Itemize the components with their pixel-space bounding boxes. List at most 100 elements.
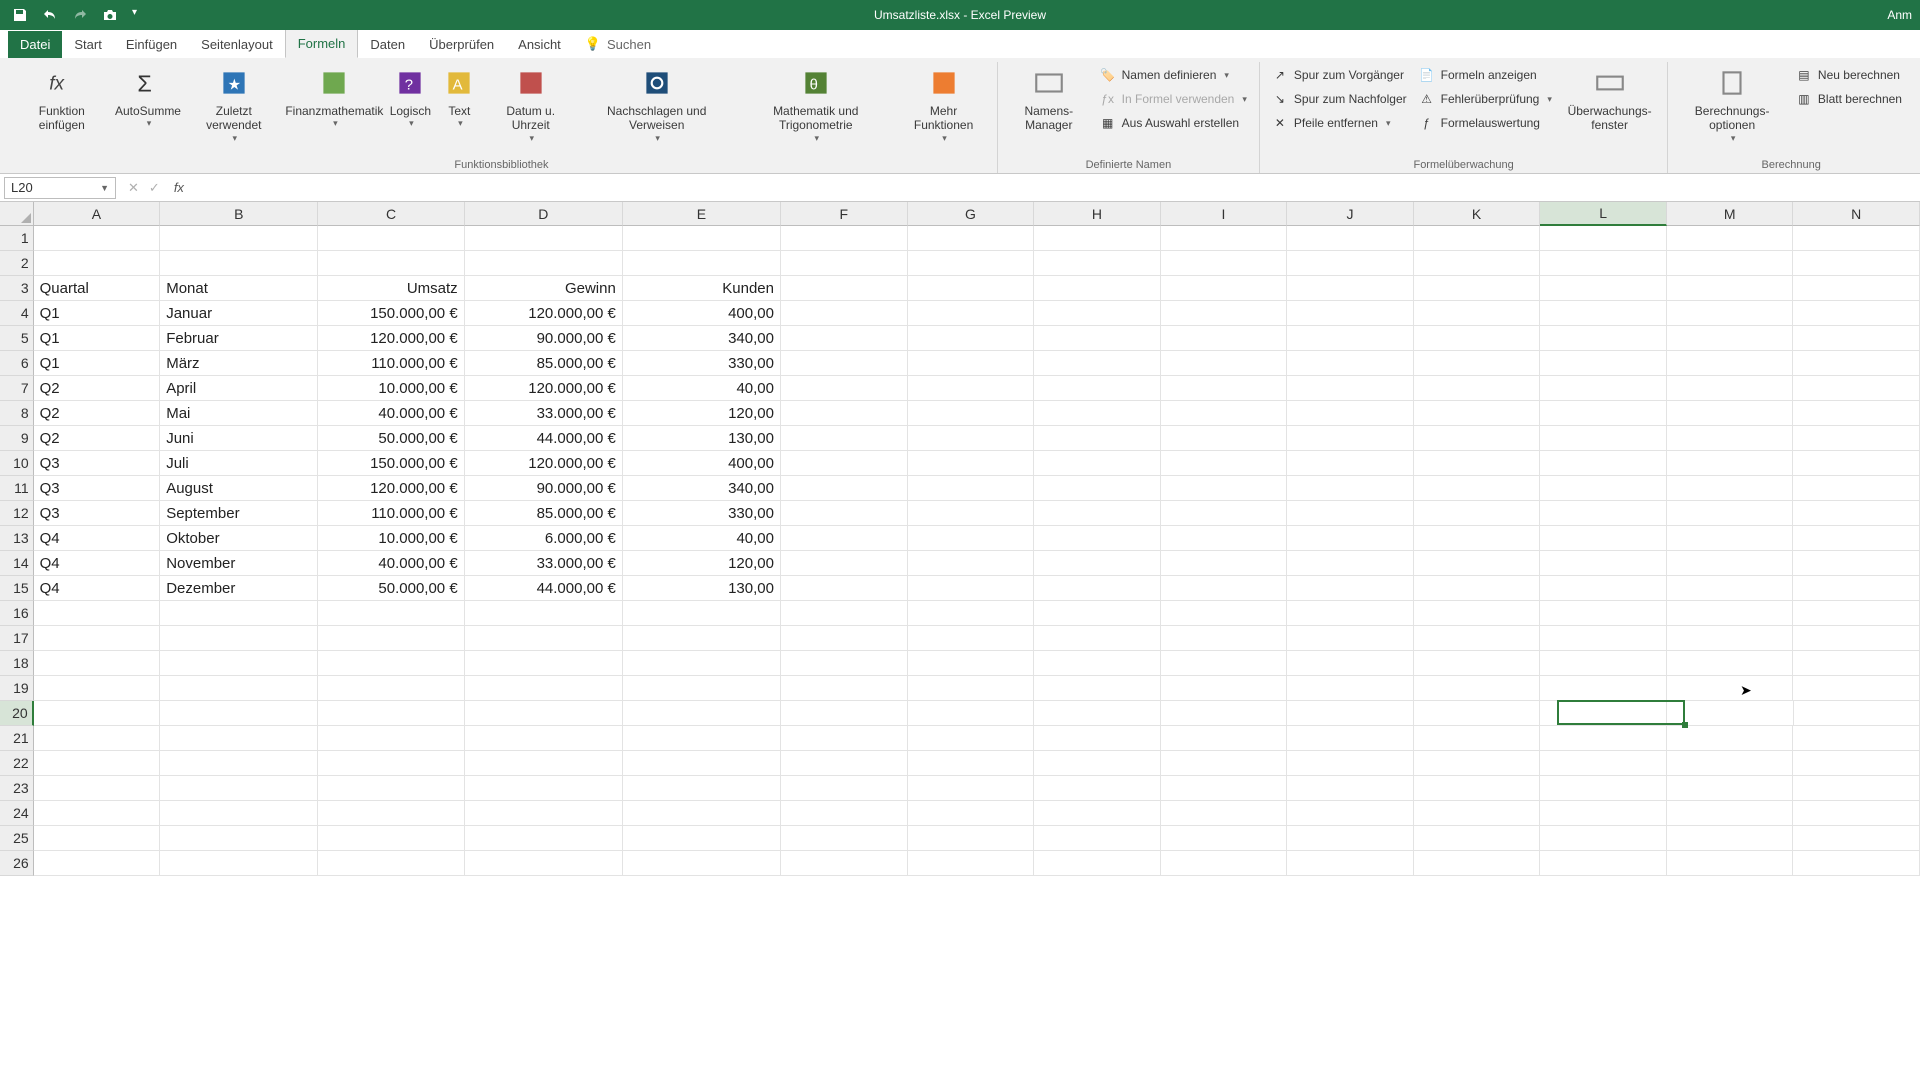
cell-G18[interactable] bbox=[908, 651, 1035, 676]
cell-E18[interactable] bbox=[623, 651, 781, 676]
cell-H26[interactable] bbox=[1034, 851, 1161, 876]
cell-N10[interactable] bbox=[1793, 451, 1920, 476]
cell-J25[interactable] bbox=[1287, 826, 1414, 851]
row-header-18[interactable]: 18 bbox=[0, 651, 34, 676]
cell-M18[interactable] bbox=[1667, 651, 1794, 676]
math-button[interactable]: θ Mathematik und Trigonometrie▾ bbox=[737, 64, 894, 146]
cell-H14[interactable] bbox=[1034, 551, 1161, 576]
cell-L15[interactable] bbox=[1540, 576, 1667, 601]
define-name-button[interactable]: 🏷️Namen definieren▾ bbox=[1096, 64, 1251, 86]
formula-input[interactable] bbox=[190, 177, 1920, 199]
cell-L8[interactable] bbox=[1540, 401, 1667, 426]
cell-H23[interactable] bbox=[1034, 776, 1161, 801]
cell-D20[interactable] bbox=[465, 701, 623, 726]
cell-I5[interactable] bbox=[1161, 326, 1288, 351]
cell-B3[interactable]: Monat bbox=[160, 276, 318, 301]
cell-F19[interactable] bbox=[781, 676, 908, 701]
cell-M17[interactable] bbox=[1667, 626, 1794, 651]
cell-K16[interactable] bbox=[1414, 601, 1541, 626]
column-header-M[interactable]: M bbox=[1667, 202, 1794, 226]
financial-button[interactable]: Finanzmathematik▾ bbox=[285, 64, 383, 131]
cell-N1[interactable] bbox=[1793, 226, 1920, 251]
cell-B8[interactable]: Mai bbox=[160, 401, 318, 426]
cell-E2[interactable] bbox=[623, 251, 781, 276]
cell-I2[interactable] bbox=[1161, 251, 1288, 276]
cell-E22[interactable] bbox=[623, 751, 781, 776]
cell-A24[interactable] bbox=[34, 801, 161, 826]
cell-B10[interactable]: Juli bbox=[160, 451, 318, 476]
cell-M16[interactable] bbox=[1667, 601, 1794, 626]
cell-E11[interactable]: 340,00 bbox=[623, 476, 781, 501]
cell-F15[interactable] bbox=[781, 576, 908, 601]
cell-G9[interactable] bbox=[908, 426, 1035, 451]
cell-K4[interactable] bbox=[1414, 301, 1541, 326]
cell-H17[interactable] bbox=[1034, 626, 1161, 651]
row-header-1[interactable]: 1 bbox=[0, 226, 34, 251]
error-checking-button[interactable]: ⚠Fehlerüberprüfung▾ bbox=[1415, 88, 1556, 110]
cell-E21[interactable] bbox=[623, 726, 781, 751]
cell-A19[interactable] bbox=[34, 676, 161, 701]
cell-N22[interactable] bbox=[1793, 751, 1920, 776]
select-all-corner[interactable] bbox=[0, 202, 34, 226]
cell-A11[interactable]: Q3 bbox=[34, 476, 161, 501]
row-header-4[interactable]: 4 bbox=[0, 301, 34, 326]
cell-A1[interactable] bbox=[34, 226, 161, 251]
cell-H16[interactable] bbox=[1034, 601, 1161, 626]
cell-F12[interactable] bbox=[781, 501, 908, 526]
cell-B6[interactable]: März bbox=[160, 351, 318, 376]
cell-J24[interactable] bbox=[1287, 801, 1414, 826]
calculate-sheet-button[interactable]: ▥Blatt berechnen bbox=[1792, 88, 1906, 110]
chevron-down-icon[interactable]: ▼ bbox=[100, 183, 109, 193]
cell-I14[interactable] bbox=[1161, 551, 1288, 576]
cell-K23[interactable] bbox=[1414, 776, 1541, 801]
cell-B17[interactable] bbox=[160, 626, 318, 651]
cell-B24[interactable] bbox=[160, 801, 318, 826]
cell-I10[interactable] bbox=[1161, 451, 1288, 476]
cell-A13[interactable]: Q4 bbox=[34, 526, 161, 551]
cell-G13[interactable] bbox=[908, 526, 1035, 551]
cell-H13[interactable] bbox=[1034, 526, 1161, 551]
cell-L17[interactable] bbox=[1540, 626, 1667, 651]
fill-handle[interactable] bbox=[1682, 722, 1688, 728]
cell-A23[interactable] bbox=[34, 776, 161, 801]
cell-B22[interactable] bbox=[160, 751, 318, 776]
cell-K5[interactable] bbox=[1414, 326, 1541, 351]
row-header-5[interactable]: 5 bbox=[0, 326, 34, 351]
cell-H3[interactable] bbox=[1034, 276, 1161, 301]
cell-G10[interactable] bbox=[908, 451, 1035, 476]
cell-N9[interactable] bbox=[1793, 426, 1920, 451]
redo-icon[interactable] bbox=[72, 7, 88, 23]
cell-E14[interactable]: 120,00 bbox=[623, 551, 781, 576]
cell-D17[interactable] bbox=[465, 626, 623, 651]
column-header-H[interactable]: H bbox=[1034, 202, 1161, 226]
cell-F17[interactable] bbox=[781, 626, 908, 651]
tab-tell-me[interactable]: 💡 Suchen bbox=[573, 30, 663, 58]
cell-I24[interactable] bbox=[1161, 801, 1288, 826]
cell-K17[interactable] bbox=[1414, 626, 1541, 651]
cell-B4[interactable]: Januar bbox=[160, 301, 318, 326]
tab-formulas[interactable]: Formeln bbox=[285, 29, 359, 58]
cell-F11[interactable] bbox=[781, 476, 908, 501]
cell-H4[interactable] bbox=[1034, 301, 1161, 326]
cell-K12[interactable] bbox=[1414, 501, 1541, 526]
cell-C20[interactable] bbox=[318, 701, 464, 726]
date-button[interactable]: Datum u. Uhrzeit▾ bbox=[485, 64, 576, 146]
cell-G20[interactable] bbox=[908, 701, 1035, 726]
cell-A10[interactable]: Q3 bbox=[34, 451, 161, 476]
cell-M23[interactable] bbox=[1667, 776, 1794, 801]
cell-F14[interactable] bbox=[781, 551, 908, 576]
spreadsheet-grid[interactable]: ABCDEFGHIJKLMN 123QuartalMonatUmsatzGewi… bbox=[0, 202, 1920, 876]
cell-N26[interactable] bbox=[1793, 851, 1920, 876]
cell-I22[interactable] bbox=[1161, 751, 1288, 776]
cell-K2[interactable] bbox=[1414, 251, 1541, 276]
cell-D25[interactable] bbox=[465, 826, 623, 851]
cell-N24[interactable] bbox=[1793, 801, 1920, 826]
cell-D23[interactable] bbox=[465, 776, 623, 801]
row-header-13[interactable]: 13 bbox=[0, 526, 34, 551]
cell-F23[interactable] bbox=[781, 776, 908, 801]
column-header-N[interactable]: N bbox=[1793, 202, 1920, 226]
cell-D8[interactable]: 33.000,00 € bbox=[465, 401, 623, 426]
cell-I12[interactable] bbox=[1161, 501, 1288, 526]
cell-H1[interactable] bbox=[1034, 226, 1161, 251]
cell-I4[interactable] bbox=[1161, 301, 1288, 326]
